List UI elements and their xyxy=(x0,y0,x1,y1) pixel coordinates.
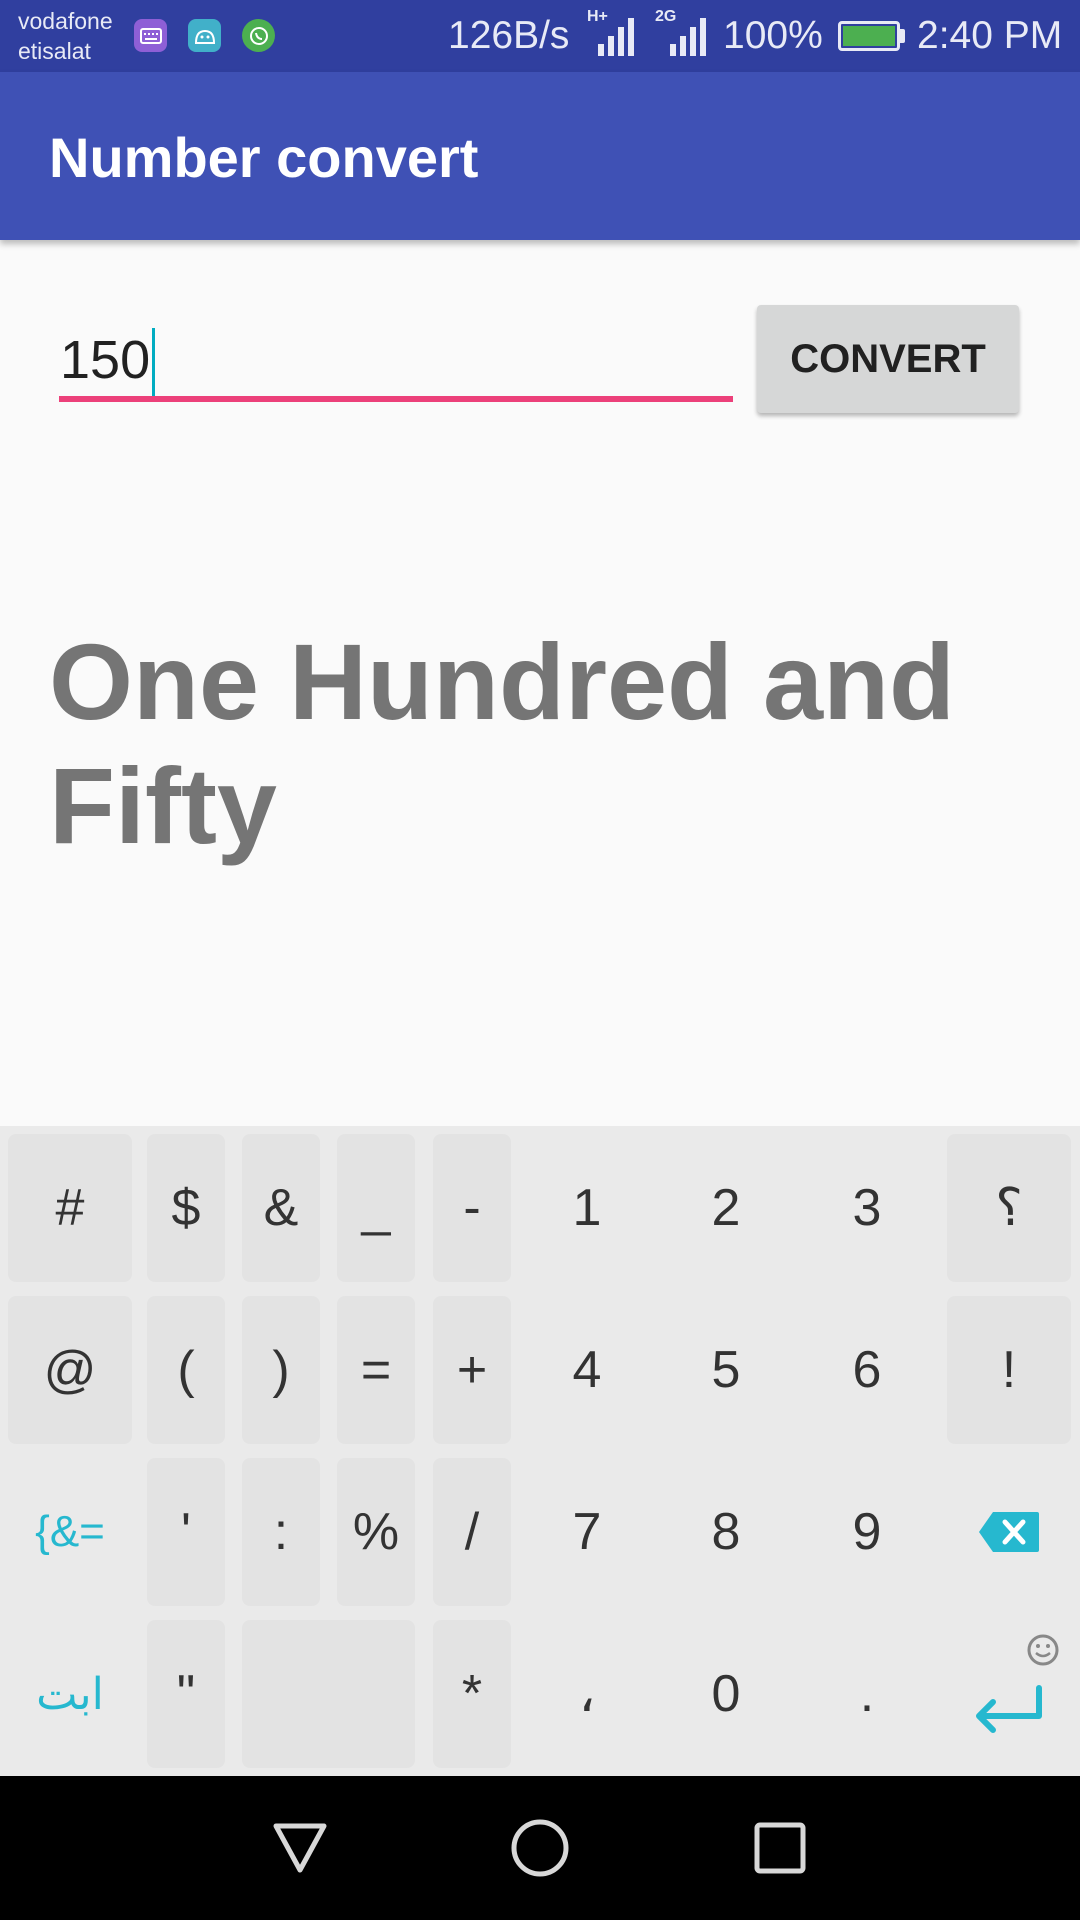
key-5[interactable]: 5 xyxy=(674,1296,778,1444)
input-value: 150 xyxy=(60,330,151,390)
signal-icon-1 xyxy=(598,18,634,56)
battery-icon xyxy=(838,21,900,51)
convert-button[interactable]: CONVERT xyxy=(757,305,1019,413)
keyboard-icon xyxy=(134,19,167,52)
battery-tip xyxy=(900,29,905,43)
key-apostrophe[interactable]: ' xyxy=(147,1458,225,1606)
key-9[interactable]: 9 xyxy=(815,1458,919,1606)
recents-icon[interactable] xyxy=(742,1810,818,1886)
key-2[interactable]: 2 xyxy=(674,1134,778,1282)
number-input[interactable]: 150 xyxy=(60,318,730,402)
symbols-toggle-key[interactable]: {&= xyxy=(8,1458,132,1606)
input-underline xyxy=(59,396,733,402)
key-6[interactable]: 6 xyxy=(815,1296,919,1444)
key-ampersand[interactable]: & xyxy=(242,1134,320,1282)
app-bar: Number convert xyxy=(0,72,1080,240)
key-0[interactable]: 0 xyxy=(674,1620,778,1768)
network-speed: 126B/s xyxy=(448,14,570,57)
key-period[interactable]: . xyxy=(815,1620,919,1768)
navigation-bar xyxy=(0,1776,1080,1920)
key-1[interactable]: 1 xyxy=(535,1134,639,1282)
key-close-paren[interactable]: ) xyxy=(242,1296,320,1444)
home-icon[interactable] xyxy=(502,1810,578,1886)
key-7[interactable]: 7 xyxy=(535,1458,639,1606)
carrier-labels: vodafone etisalat xyxy=(18,6,113,66)
key-asterisk[interactable]: * xyxy=(433,1620,511,1768)
key-underscore[interactable]: _ xyxy=(337,1134,415,1282)
language-toggle-key[interactable]: ابت xyxy=(8,1620,132,1768)
key-colon[interactable]: : xyxy=(242,1458,320,1606)
key-equals[interactable]: = xyxy=(337,1296,415,1444)
key-arabic-question[interactable]: ؟ xyxy=(947,1134,1071,1282)
backspace-icon[interactable] xyxy=(947,1458,1071,1606)
carrier-2: etisalat xyxy=(18,38,91,64)
key-hash[interactable]: # xyxy=(8,1134,132,1282)
result-text: One Hundred and Fifty xyxy=(49,621,956,866)
key-dollar[interactable]: $ xyxy=(147,1134,225,1282)
key-8[interactable]: 8 xyxy=(674,1458,778,1606)
clock: 2:40 PM xyxy=(917,14,1063,57)
battery-percent: 100% xyxy=(723,14,823,57)
carrier-1: vodafone xyxy=(18,8,113,34)
keyboard: # $ & _ - 1 2 3 ؟ @ ( ) = + 4 5 6 ! {&= … xyxy=(0,1126,1080,1776)
key-plus[interactable]: + xyxy=(433,1296,511,1444)
key-exclamation[interactable]: ! xyxy=(947,1296,1071,1444)
key-minus[interactable]: - xyxy=(433,1134,511,1282)
key-4[interactable]: 4 xyxy=(535,1296,639,1444)
back-icon[interactable] xyxy=(262,1810,338,1886)
whatsapp-icon xyxy=(242,19,275,52)
key-open-paren[interactable]: ( xyxy=(147,1296,225,1444)
key-double-quote[interactable]: " xyxy=(147,1620,225,1768)
key-arabic-comma[interactable]: ، xyxy=(535,1620,639,1768)
enter-icon[interactable] xyxy=(947,1620,1071,1768)
android-icon xyxy=(188,19,221,52)
text-cursor xyxy=(152,327,156,400)
signal-icon-2 xyxy=(670,18,706,56)
key-slash[interactable]: / xyxy=(433,1458,511,1606)
status-bar: vodafone etisalat 126B/s H+ 2G 100% 2:40… xyxy=(0,0,1080,72)
app-title: Number convert xyxy=(49,126,479,189)
key-at[interactable]: @ xyxy=(8,1296,132,1444)
emoji-icon xyxy=(1027,1634,1059,1666)
key-percent[interactable]: % xyxy=(337,1458,415,1606)
key-3[interactable]: 3 xyxy=(815,1134,919,1282)
space-bar[interactable] xyxy=(242,1620,415,1768)
